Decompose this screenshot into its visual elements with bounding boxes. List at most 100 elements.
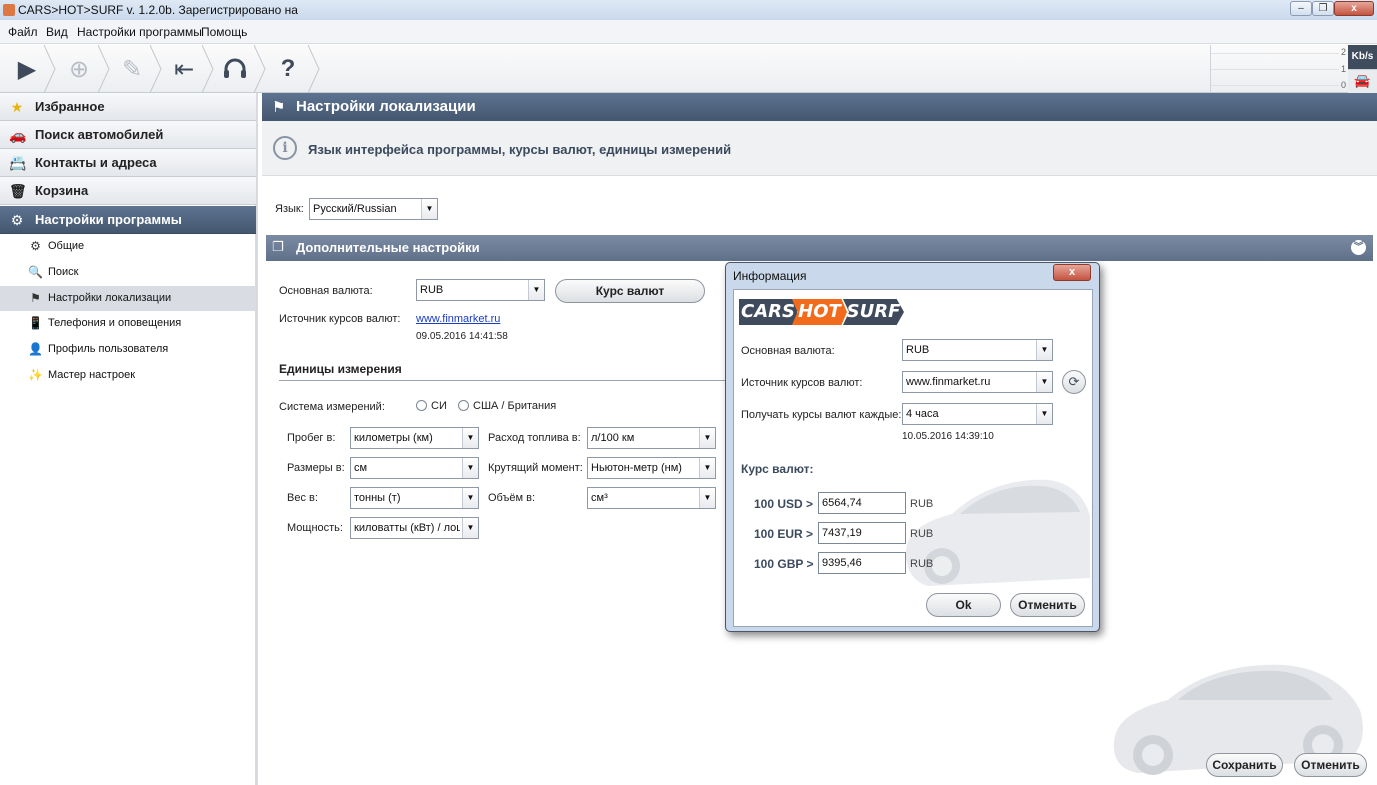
weight-select[interactable]: тонны (т) ▼	[350, 487, 479, 509]
sidebar-section-car-search[interactable]: 🚗 Поиск автомобилей	[0, 121, 256, 149]
contacts-icon: 📇	[9, 155, 27, 171]
headset-icon[interactable]	[210, 45, 260, 93]
sidebar-item-general[interactable]: ⚙ Общие	[0, 234, 256, 259]
menu-file[interactable]: Файл	[8, 25, 38, 39]
app-icon	[3, 4, 15, 16]
chevron-down-icon: ▼	[462, 428, 478, 448]
menu-settings[interactable]: Настройки программы	[77, 25, 202, 39]
weight-label: Вес в:	[287, 492, 318, 504]
dialog-source-select[interactable]: www.finmarket.ru ▼	[902, 371, 1053, 393]
rates-source-link[interactable]: www.finmarket.ru	[416, 313, 500, 325]
chevron-down-icon: ▼	[699, 428, 715, 448]
currency-label: Основная валюта:	[279, 285, 373, 297]
collapse-icon[interactable]: ︾	[1351, 240, 1366, 255]
sidebar-section-trash[interactable]: 🗑 Корзина	[0, 177, 256, 205]
sidebar-item-wizard[interactable]: ✨ Мастер настроек	[0, 363, 256, 388]
rate-gbp-input[interactable]: 9395,46	[818, 552, 906, 574]
flag-icon: ⚑	[272, 99, 286, 116]
chevron-down-icon: ▼	[528, 280, 544, 300]
torque-select[interactable]: Ньютон-метр (нм) ▼	[587, 457, 716, 479]
gears-icon: ⚙	[30, 239, 41, 253]
close-window-button[interactable]: x	[1334, 1, 1374, 16]
dialog-rates-header: Курс валют:	[741, 462, 814, 476]
rate-eur-label: 100 EUR >	[754, 527, 814, 541]
sidebar-item-profile[interactable]: 👤 Профиль пользователя	[0, 337, 256, 362]
magic-wand-icon: ✨	[28, 368, 43, 382]
trash-icon: 🗑	[9, 183, 27, 199]
rates-source-label: Источник курсов валют:	[279, 313, 401, 325]
gear-icon: ⚙	[10, 212, 24, 228]
menu-view[interactable]: Вид	[46, 25, 68, 39]
size-select[interactable]: см ▼	[350, 457, 479, 479]
dialog-close-button[interactable]: x	[1053, 264, 1091, 281]
flag-icon: ⚑	[30, 291, 41, 305]
fuel-label: Расход топлива в:	[488, 432, 581, 444]
dialog-interval-select[interactable]: 4 часа ▼	[902, 403, 1053, 425]
additional-settings-header[interactable]: ❐ Дополнительные настройки ︾	[266, 235, 1373, 261]
volume-select[interactable]: см³ ▼	[587, 487, 716, 509]
logo-cars: CARS	[739, 299, 797, 325]
units-header: Единицы измерения	[279, 362, 402, 376]
chevron-down-icon: ▼	[462, 458, 478, 478]
rates-source-date: 09.05.2016 14:41:58	[416, 331, 508, 342]
cancel-button[interactable]: Отменить	[1294, 753, 1367, 777]
phone-icon: 📱	[28, 316, 43, 330]
speed-unit-label: Kb/s	[1348, 45, 1377, 69]
chevron-down-icon: ▼	[421, 199, 437, 219]
sidebar-item-search[interactable]: 🔍 Поиск	[0, 260, 256, 285]
car-icon[interactable]: 🚘	[1348, 69, 1377, 93]
sidebar-section-settings[interactable]: ⚙ Настройки программы	[0, 206, 256, 234]
chevron-down-icon: ▼	[1036, 404, 1052, 424]
logo-surf: SURF	[843, 299, 904, 325]
language-label: Язык:	[275, 203, 304, 215]
chevron-down-icon: ▼	[699, 488, 715, 508]
sidebar-item-telephony[interactable]: 📱 Телефония и оповещения	[0, 311, 256, 336]
mileage-select[interactable]: километры (км) ▼	[350, 427, 479, 449]
dialog-ok-button[interactable]: Ok	[926, 593, 1001, 617]
user-profile-icon: 👤	[28, 342, 43, 356]
radio-si-label: СИ	[431, 400, 447, 412]
restore-button[interactable]: ❐	[1312, 1, 1334, 16]
sidebar-section-favorites[interactable]: ★ Избранное	[0, 93, 256, 121]
chevron-down-icon: ▼	[699, 458, 715, 478]
star-icon: ★	[10, 99, 24, 115]
info-icon: i	[273, 136, 297, 160]
rate-eur-unit: RUB	[910, 528, 934, 540]
menu-help[interactable]: Помощь	[201, 25, 247, 39]
sidebar-section-contacts[interactable]: 📇 Контакты и адреса	[0, 149, 256, 177]
speed-graph: 2 1 0	[1210, 45, 1348, 93]
dialog-cancel-button[interactable]: Отменить	[1010, 593, 1085, 617]
menu-bar: Файл Вид Настройки программы Помощь	[0, 20, 1377, 44]
radio-si[interactable]	[416, 400, 427, 411]
rate-usd-unit: RUB	[910, 498, 934, 510]
save-button[interactable]: Сохранить	[1206, 753, 1283, 777]
fuel-select[interactable]: л/100 км ▼	[587, 427, 716, 449]
torque-label: Крутящий момент:	[488, 462, 583, 474]
radio-us-uk-label: США / Британия	[473, 400, 557, 412]
measurement-system-label: Система измерений:	[279, 401, 385, 413]
add-icon[interactable]: ⊕	[54, 45, 104, 93]
minimize-button[interactable]: –	[1290, 1, 1312, 16]
currency-select[interactable]: RUB ▼	[416, 279, 545, 301]
dialog-currency-select[interactable]: RUB ▼	[902, 339, 1053, 361]
info-dialog: Информация x CARS HOT SURF Основная валю…	[725, 262, 1100, 632]
page-title: Настройки локализации	[296, 98, 476, 115]
dialog-currency-label: Основная валюта:	[741, 345, 835, 357]
rate-eur-input[interactable]: 7437,19	[818, 522, 906, 544]
rate-usd-label: 100 USD >	[754, 497, 814, 511]
radio-us-uk[interactable]	[458, 400, 469, 411]
page-header: ⚑ Настройки локализации	[262, 93, 1377, 121]
refresh-icon[interactable]: ⟳	[1062, 370, 1086, 394]
sidebar-item-localization[interactable]: ⚑ Настройки локализации	[0, 286, 256, 311]
size-label: Размеры в:	[287, 462, 345, 474]
rate-gbp-label: 100 GBP >	[754, 557, 814, 571]
chevron-down-icon: ▼	[462, 488, 478, 508]
rate-usd-input[interactable]: 6564,74	[818, 492, 906, 514]
info-banner: i Язык интерфейса программы, курсы валют…	[262, 121, 1377, 176]
language-select[interactable]: Русский/Russian ▼	[309, 198, 438, 220]
help-icon[interactable]: ?	[263, 45, 313, 93]
dialog-title: Информация	[733, 269, 807, 283]
power-select[interactable]: киловатты (кВт) / лошадиные силы (л.с.)▼	[350, 517, 479, 539]
exchange-rates-button[interactable]: Курс валют	[555, 279, 705, 303]
window-title: CARS>HOT>SURF v. 1.2.0b. Зарегистрирован…	[18, 3, 298, 17]
